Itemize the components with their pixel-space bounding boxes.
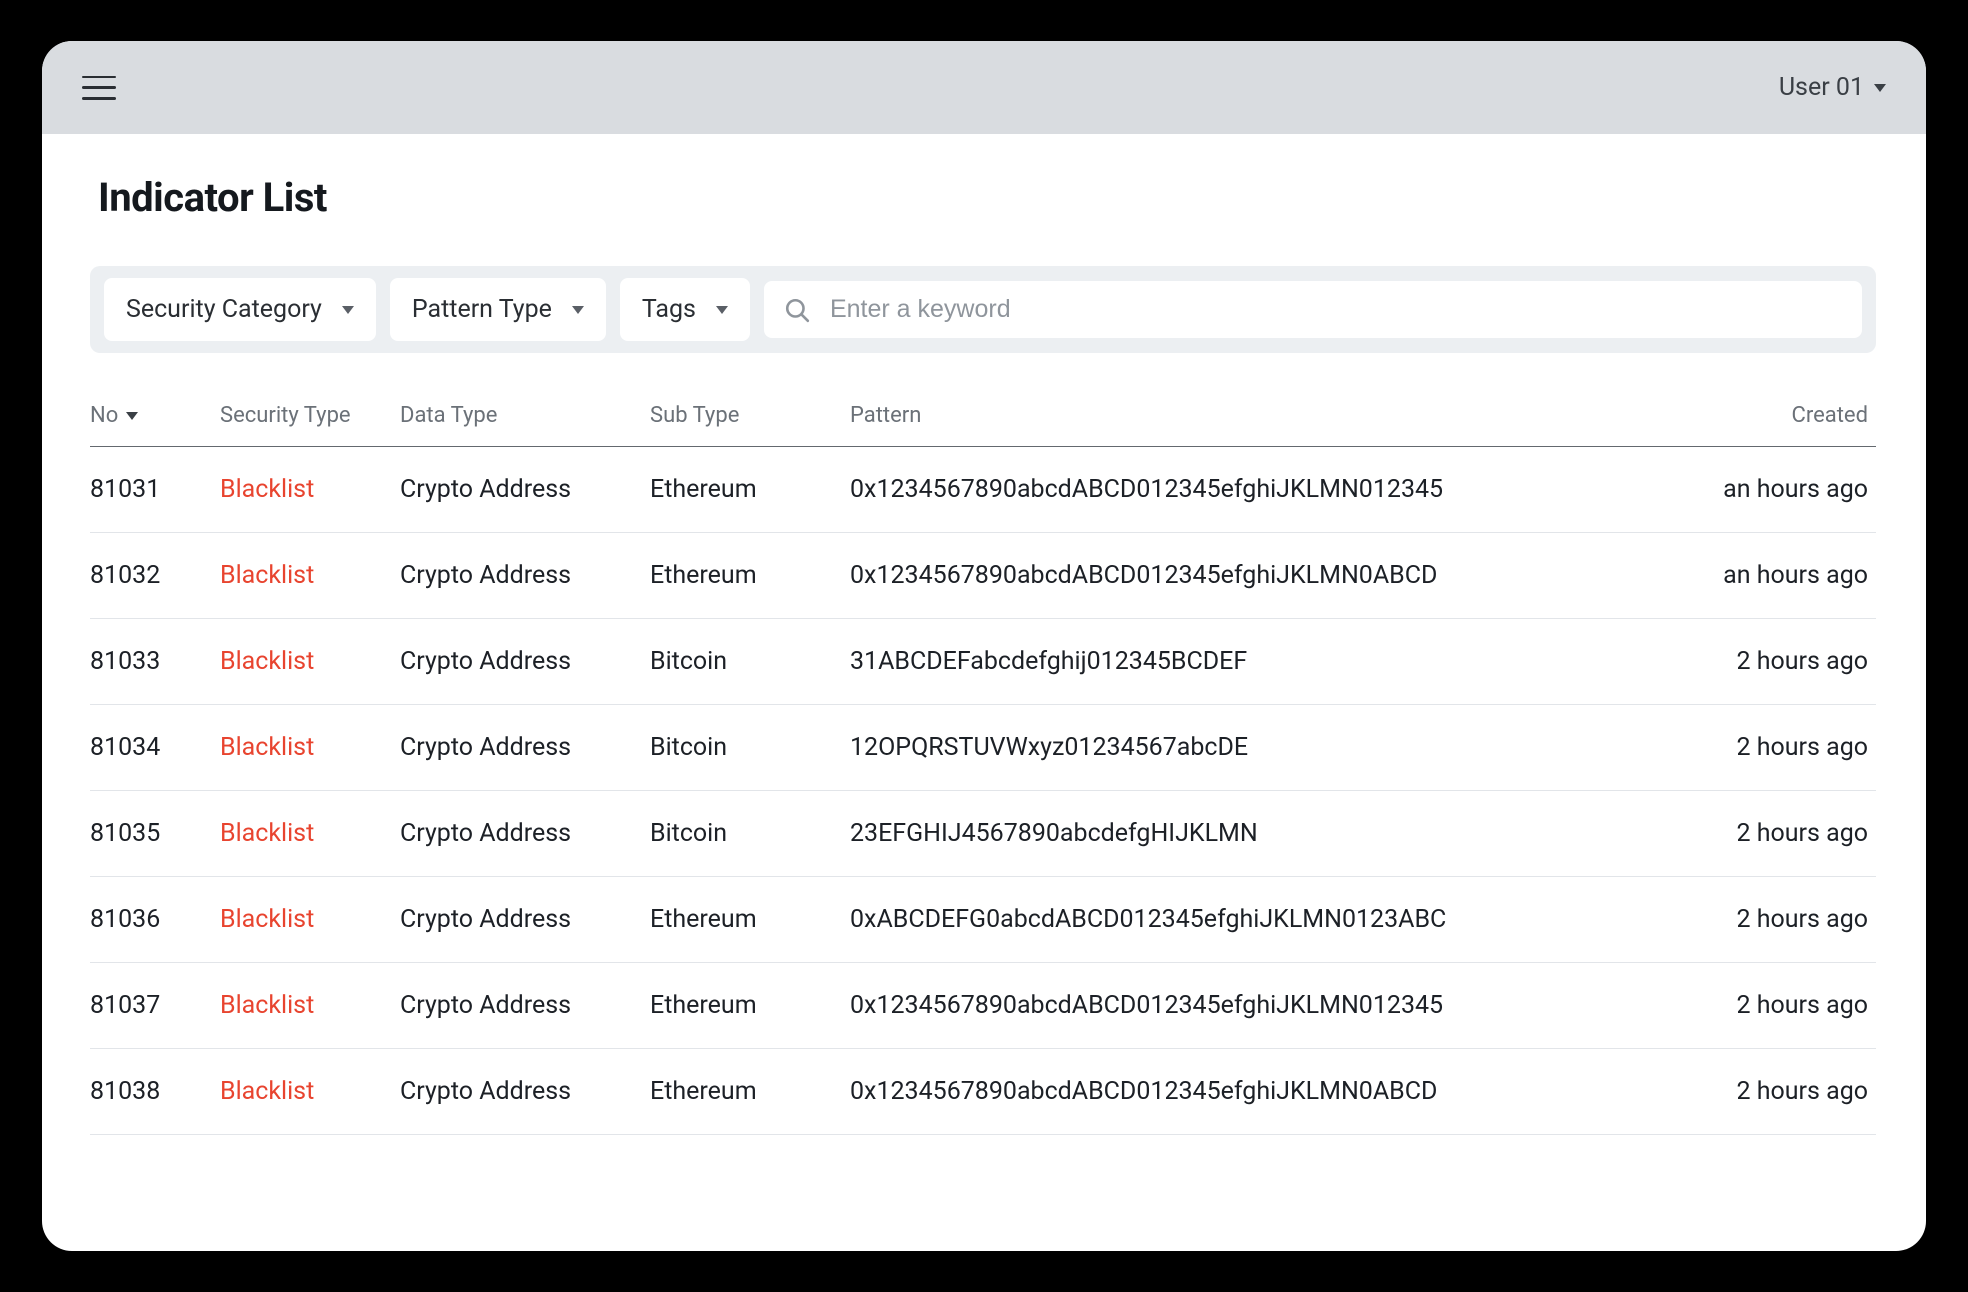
cell-data-type: Crypto Address	[400, 533, 650, 619]
filter-label: Tags	[642, 295, 696, 324]
cell-sub-type: Ethereum	[650, 533, 850, 619]
table-row[interactable]: 81038BlacklistCrypto AddressEthereum0x12…	[90, 1049, 1876, 1135]
cell-pattern: 0x1234567890abcdABCD012345efghiJKLMN0ABC…	[850, 533, 1666, 619]
cell-security-type: Blacklist	[220, 619, 400, 705]
user-label: User 01	[1779, 73, 1864, 102]
cell-sub-type: Bitcoin	[650, 619, 850, 705]
cell-no: 81031	[90, 447, 220, 533]
table-body: 81031BlacklistCrypto AddressEthereum0x12…	[90, 447, 1876, 1135]
col-header-sub-type[interactable]: Sub Type	[650, 403, 850, 447]
filter-security-category[interactable]: Security Category	[104, 278, 376, 341]
cell-sub-type: Ethereum	[650, 447, 850, 533]
cell-data-type: Crypto Address	[400, 1049, 650, 1135]
cell-created: 2 hours ago	[1666, 1049, 1876, 1135]
cell-created: an hours ago	[1666, 533, 1876, 619]
cell-sub-type: Ethereum	[650, 877, 850, 963]
cell-no: 81033	[90, 619, 220, 705]
filter-label: Pattern Type	[412, 295, 552, 324]
caret-down-icon	[1874, 84, 1886, 92]
cell-pattern: 0x1234567890abcdABCD012345efghiJKLMN0123…	[850, 447, 1666, 533]
cell-pattern: 12OPQRSTUVWxyz01234567abcDE	[850, 705, 1666, 791]
col-header-created[interactable]: Created	[1666, 403, 1876, 447]
search-box[interactable]	[764, 281, 1862, 338]
page-title: Indicator List	[90, 174, 1876, 221]
cell-data-type: Crypto Address	[400, 963, 650, 1049]
caret-down-icon	[716, 306, 728, 314]
caret-down-icon	[342, 306, 354, 314]
table-row[interactable]: 81035BlacklistCrypto AddressBitcoin23EFG…	[90, 791, 1876, 877]
cell-security-type: Blacklist	[220, 791, 400, 877]
table-row[interactable]: 81037BlacklistCrypto AddressEthereum0x12…	[90, 963, 1876, 1049]
cell-data-type: Crypto Address	[400, 619, 650, 705]
col-header-data-type[interactable]: Data Type	[400, 403, 650, 447]
user-menu[interactable]: User 01	[1779, 73, 1886, 102]
cell-security-type: Blacklist	[220, 1049, 400, 1135]
table-row[interactable]: 81031BlacklistCrypto AddressEthereum0x12…	[90, 447, 1876, 533]
cell-data-type: Crypto Address	[400, 791, 650, 877]
cell-created: 2 hours ago	[1666, 791, 1876, 877]
cell-sub-type: Ethereum	[650, 1049, 850, 1135]
cell-pattern: 31ABCDEFabcdefghij012345BCDEF	[850, 619, 1666, 705]
col-header-pattern[interactable]: Pattern	[850, 403, 1666, 447]
table-header-row: No Security Type Data Type Sub Type Patt…	[90, 403, 1876, 447]
cell-created: 2 hours ago	[1666, 877, 1876, 963]
app-window: User 01 Indicator List Security Category…	[42, 41, 1926, 1251]
cell-pattern: 0x1234567890abcdABCD012345efghiJKLMN0ABC…	[850, 1049, 1666, 1135]
table-row[interactable]: 81032BlacklistCrypto AddressEthereum0x12…	[90, 533, 1876, 619]
filter-bar: Security Category Pattern Type Tags	[90, 266, 1876, 353]
cell-sub-type: Bitcoin	[650, 791, 850, 877]
cell-no: 81037	[90, 963, 220, 1049]
filter-label: Security Category	[126, 295, 322, 324]
cell-no: 81032	[90, 533, 220, 619]
caret-down-icon	[126, 412, 138, 420]
cell-pattern: 0xABCDEFG0abcdABCD012345efghiJKLMN0123AB…	[850, 877, 1666, 963]
table-row[interactable]: 81036BlacklistCrypto AddressEthereum0xAB…	[90, 877, 1876, 963]
caret-down-icon	[572, 306, 584, 314]
cell-created: an hours ago	[1666, 447, 1876, 533]
table-row[interactable]: 81033BlacklistCrypto AddressBitcoin31ABC…	[90, 619, 1876, 705]
filter-pattern-type[interactable]: Pattern Type	[390, 278, 606, 341]
cell-pattern: 23EFGHIJ4567890abcdefgHIJKLMN	[850, 791, 1666, 877]
cell-pattern: 0x1234567890abcdABCD012345efghiJKLMN0123…	[850, 963, 1666, 1049]
indicator-table: No Security Type Data Type Sub Type Patt…	[90, 403, 1876, 1135]
cell-no: 81034	[90, 705, 220, 791]
cell-security-type: Blacklist	[220, 877, 400, 963]
search-icon	[784, 297, 810, 323]
cell-data-type: Crypto Address	[400, 705, 650, 791]
cell-data-type: Crypto Address	[400, 447, 650, 533]
search-input[interactable]	[830, 295, 1842, 324]
cell-no: 81038	[90, 1049, 220, 1135]
table-row[interactable]: 81034BlacklistCrypto AddressBitcoin12OPQ…	[90, 705, 1876, 791]
cell-created: 2 hours ago	[1666, 619, 1876, 705]
menu-icon[interactable]	[82, 76, 116, 100]
cell-no: 81035	[90, 791, 220, 877]
col-header-security-type[interactable]: Security Type	[220, 403, 400, 447]
titlebar: User 01	[42, 41, 1926, 134]
cell-security-type: Blacklist	[220, 447, 400, 533]
cell-no: 81036	[90, 877, 220, 963]
cell-sub-type: Ethereum	[650, 963, 850, 1049]
cell-security-type: Blacklist	[220, 533, 400, 619]
cell-created: 2 hours ago	[1666, 705, 1876, 791]
cell-created: 2 hours ago	[1666, 963, 1876, 1049]
content-area: Indicator List Security Category Pattern…	[42, 134, 1926, 1135]
cell-security-type: Blacklist	[220, 963, 400, 1049]
cell-data-type: Crypto Address	[400, 877, 650, 963]
filter-tags[interactable]: Tags	[620, 278, 750, 341]
col-header-no[interactable]: No	[90, 403, 220, 447]
cell-sub-type: Bitcoin	[650, 705, 850, 791]
cell-security-type: Blacklist	[220, 705, 400, 791]
